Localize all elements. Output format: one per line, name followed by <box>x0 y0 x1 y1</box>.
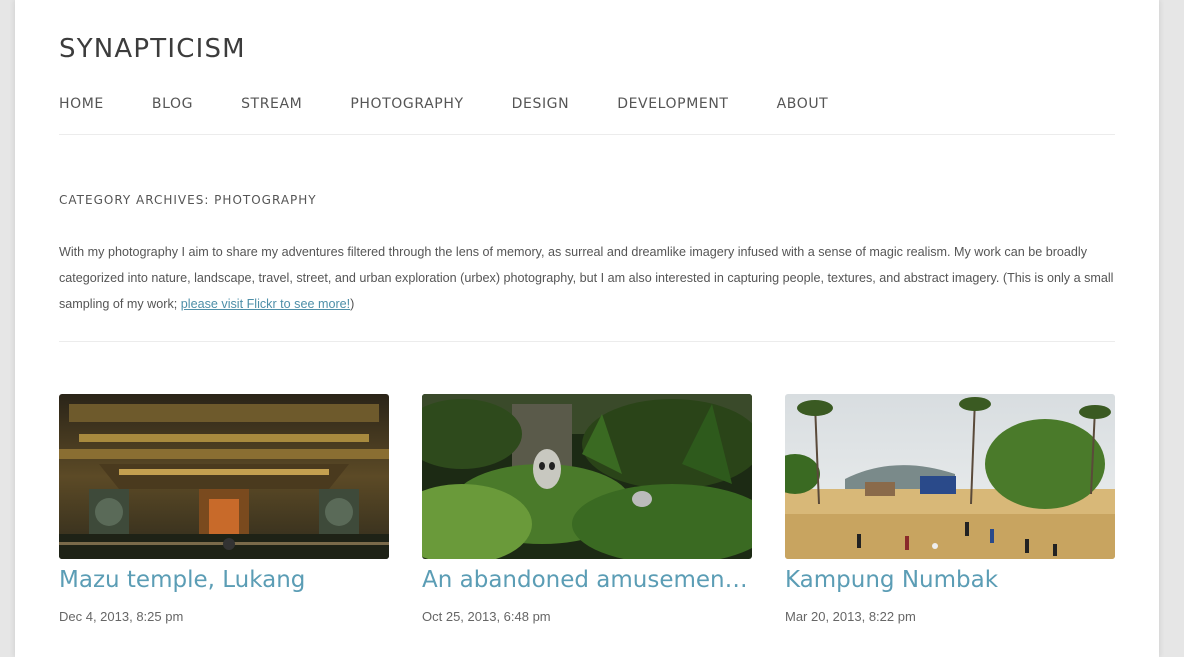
post-date: Dec 4, 2013, 8:25 pm <box>59 609 184 624</box>
post-date: Oct 25, 2013, 6:48 pm <box>422 609 551 624</box>
post-thumbnail-amusement-park[interactable] <box>422 394 752 559</box>
nav-item-stream[interactable]: STREAM <box>241 96 302 112</box>
temple-image <box>59 394 389 559</box>
nav-item-about[interactable]: ABOUT <box>777 96 829 112</box>
post-title[interactable]: An abandoned amusement park <box>422 567 752 593</box>
post-title[interactable]: Kampung Numbak <box>785 567 1115 593</box>
main-nav: HOME BLOG STREAM PHOTOGRAPHY DESIGN DEVE… <box>59 96 1115 112</box>
post-title[interactable]: Mazu temple, Lukang <box>59 567 389 593</box>
jungle-image <box>422 394 752 559</box>
nav-item-photography[interactable]: PHOTOGRAPHY <box>350 96 463 112</box>
post-thumbnail-kampung[interactable] <box>785 394 1115 559</box>
post-thumbnail-temple[interactable] <box>59 394 389 559</box>
description-divider <box>59 341 1115 342</box>
category-description: With my photography I aim to share my ad… <box>59 239 1115 317</box>
village-image <box>785 394 1115 559</box>
nav-item-blog[interactable]: BLOG <box>152 96 193 112</box>
nav-item-design[interactable]: DESIGN <box>512 96 570 112</box>
flickr-link[interactable]: please visit Flickr to see more! <box>181 297 350 311</box>
post-card: Kampung Numbak Mar 20, 2013, 8:22 pm <box>785 394 1115 624</box>
post-date: Mar 20, 2013, 8:22 pm <box>785 609 916 624</box>
site-title[interactable]: SYNAPTICISM <box>59 34 246 64</box>
post-card: Mazu temple, Lukang Dec 4, 2013, 8:25 pm <box>59 394 389 624</box>
post-card: An abandoned amusement park Oct 25, 2013… <box>422 394 752 624</box>
nav-item-home[interactable]: HOME <box>59 96 104 112</box>
description-close: ) <box>350 297 355 311</box>
archive-title: CATEGORY ARCHIVES: PHOTOGRAPHY <box>59 193 317 207</box>
nav-divider <box>59 134 1115 135</box>
nav-item-development[interactable]: DEVELOPMENT <box>617 96 728 112</box>
page-container: SYNAPTICISM HOME BLOG STREAM PHOTOGRAPHY… <box>15 0 1159 657</box>
